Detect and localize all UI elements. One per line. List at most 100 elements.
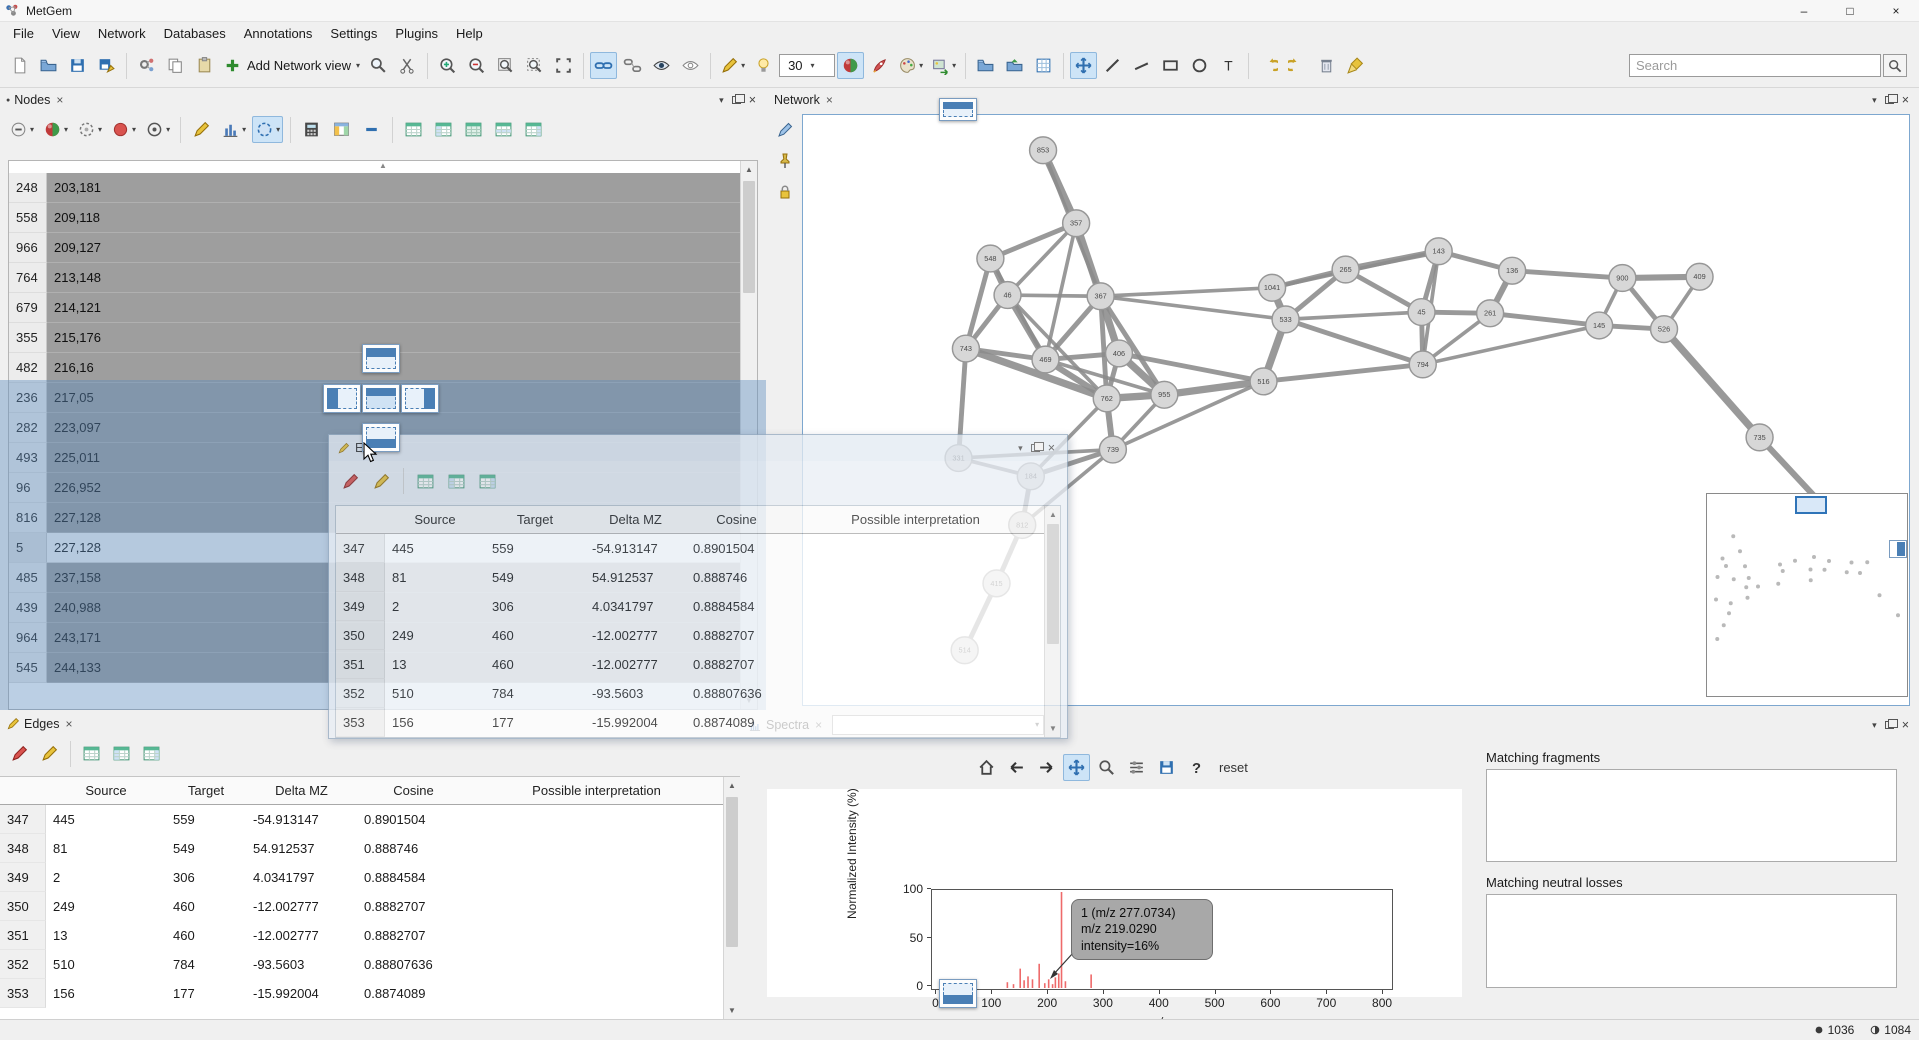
- menu-item-help[interactable]: Help: [447, 24, 492, 43]
- cut-tool-button[interactable]: [394, 52, 421, 79]
- highlight-yellow-pen-button[interactable]: [36, 740, 63, 767]
- graph-edge[interactable]: [1264, 364, 1423, 381]
- draw-ellipse-button[interactable]: [1186, 52, 1213, 79]
- table-view-1-button[interactable]: [412, 468, 439, 495]
- spectra-dock-float-icon[interactable]: [1885, 721, 1894, 729]
- network-dock-close-icon[interactable]: ×: [1902, 93, 1909, 107]
- graph-edge[interactable]: [1346, 251, 1439, 269]
- lock-view-button[interactable]: [772, 178, 799, 205]
- network-dock-tab[interactable]: Network: [774, 93, 820, 107]
- edge-row-number[interactable]: 352: [0, 950, 46, 979]
- new-file-button[interactable]: [6, 52, 33, 79]
- network-dock-menu-icon[interactable]: ▾: [1872, 95, 1877, 106]
- redo-button[interactable]: [1284, 52, 1311, 79]
- menu-item-databases[interactable]: Databases: [155, 24, 235, 43]
- calculator-button[interactable]: [298, 116, 325, 143]
- dock-guide-top-icon[interactable]: [362, 344, 400, 373]
- edge-row-number[interactable]: 349: [336, 592, 385, 621]
- table-view-3-button[interactable]: [460, 116, 487, 143]
- graph-edge[interactable]: [1008, 223, 1077, 295]
- edge-row-number[interactable]: 350: [0, 892, 46, 921]
- graph-edge[interactable]: [1286, 319, 1423, 364]
- show-all-nodes-button[interactable]: [677, 52, 704, 79]
- matching-neutral-losses-box[interactable]: [1486, 894, 1897, 988]
- table-view-5-button[interactable]: [138, 740, 165, 767]
- process-network-button[interactable]: [133, 52, 160, 79]
- column-header-possible-interpretation[interactable]: Possible interpretation: [470, 777, 723, 805]
- forward-button[interactable]: [1033, 754, 1060, 781]
- import-metadata-button[interactable]: [1001, 52, 1028, 79]
- pan-tool-button[interactable]: [1063, 754, 1090, 781]
- highlight-pen-button[interactable]: ▾: [717, 52, 748, 79]
- zoom-rect-button[interactable]: [1093, 754, 1120, 781]
- edge-row-number[interactable]: 352: [336, 679, 385, 708]
- column-header-cosine[interactable]: Cosine: [357, 777, 470, 805]
- column-header-source[interactable]: Source: [385, 506, 485, 534]
- nodes-dock-close-icon[interactable]: ×: [749, 93, 756, 107]
- edges-dock-tab[interactable]: Edges: [24, 717, 59, 731]
- draw-diagonal-button[interactable]: [1128, 52, 1155, 79]
- delete-items-button[interactable]: [1313, 52, 1340, 79]
- pan-tool-button[interactable]: [1070, 52, 1097, 79]
- target-circle-button[interactable]: ▾: [142, 116, 173, 143]
- zoom-out-button[interactable]: [463, 52, 490, 79]
- copy-spectra-button[interactable]: [162, 52, 189, 79]
- floating-menu-icon[interactable]: ▾: [1018, 443, 1023, 454]
- graph-edge[interactable]: [1101, 296, 1286, 319]
- paste-spectra-button[interactable]: [191, 52, 218, 79]
- edit-red-pen-button[interactable]: [337, 468, 364, 495]
- graph-edge[interactable]: [1512, 271, 1622, 278]
- floating-float-icon[interactable]: [1031, 444, 1040, 452]
- dock-guide-center-icon[interactable]: [362, 384, 400, 413]
- floating-window-titlebar[interactable]: Edges ▾ ×: [329, 435, 1067, 461]
- dock-guide-left-icon[interactable]: [323, 384, 361, 413]
- column-header-delta-mz[interactable]: Delta MZ: [585, 506, 686, 534]
- column-header-target[interactable]: Target: [166, 777, 246, 805]
- menu-item-view[interactable]: View: [43, 24, 89, 43]
- close-button[interactable]: ×: [1873, 0, 1919, 22]
- minimize-button[interactable]: –: [1781, 0, 1827, 22]
- nodes-tab-close-icon[interactable]: ×: [56, 93, 63, 107]
- open-project-button[interactable]: [972, 52, 999, 79]
- minimap-viewport[interactable]: [1795, 496, 1827, 514]
- rocket-run-button[interactable]: [866, 52, 893, 79]
- titlebar[interactable]: MetGem – □ ×: [0, 0, 1919, 22]
- zoom-region-button[interactable]: [521, 52, 548, 79]
- table-colors-button[interactable]: [328, 116, 355, 143]
- dock-guide-network-top-icon[interactable]: [939, 98, 977, 121]
- hide-isolated-nodes-button[interactable]: [648, 52, 675, 79]
- nodes-table-row[interactable]: 558209,118: [9, 203, 740, 233]
- maximize-button[interactable]: □: [1827, 0, 1873, 22]
- network-tab-close-icon[interactable]: ×: [826, 93, 833, 107]
- edges-table-scrollbar[interactable]: ▲ ▼: [723, 777, 740, 1019]
- menu-item-file[interactable]: File: [4, 24, 43, 43]
- graph-edge[interactable]: [1101, 288, 1272, 297]
- select-circle-button[interactable]: ▾: [74, 116, 105, 143]
- column-header-source[interactable]: Source: [46, 777, 166, 805]
- network-edit-pen-button[interactable]: [772, 116, 799, 143]
- table-view-2-button[interactable]: [108, 740, 135, 767]
- edge-row-number[interactable]: 351: [0, 921, 46, 950]
- nodes-table-row[interactable]: 966209,127: [9, 233, 740, 263]
- column-header-target[interactable]: Target: [485, 506, 585, 534]
- edge-row-number[interactable]: 350: [336, 621, 385, 650]
- edge-row-number[interactable]: 348: [336, 563, 385, 592]
- table-view-1-button[interactable]: [400, 116, 427, 143]
- subplot-settings-button[interactable]: [1123, 754, 1150, 781]
- dock-guide-right-icon[interactable]: [401, 384, 439, 413]
- highlight-yellow-pen-button[interactable]: [368, 468, 395, 495]
- spectra-dock-menu-icon[interactable]: ▾: [1872, 720, 1877, 731]
- table-view-2-button[interactable]: [430, 116, 457, 143]
- pipeline-tool-button[interactable]: [619, 52, 646, 79]
- node-scale-lamp-button[interactable]: [750, 52, 777, 79]
- search-button[interactable]: [1883, 54, 1907, 77]
- export-metadata-button[interactable]: [1030, 52, 1057, 79]
- floating-table-scrollbar[interactable]: ▲ ▼: [1044, 506, 1060, 737]
- reset-button[interactable]: reset: [1219, 760, 1248, 775]
- zoom-fit-button[interactable]: [492, 52, 519, 79]
- edge-row-number[interactable]: 347: [0, 805, 46, 834]
- group-minus-button[interactable]: ▾: [6, 116, 37, 143]
- draw-line-button[interactable]: [1099, 52, 1126, 79]
- save-as-button[interactable]: [93, 52, 120, 79]
- nodes-table-row[interactable]: 679214,121: [9, 293, 740, 323]
